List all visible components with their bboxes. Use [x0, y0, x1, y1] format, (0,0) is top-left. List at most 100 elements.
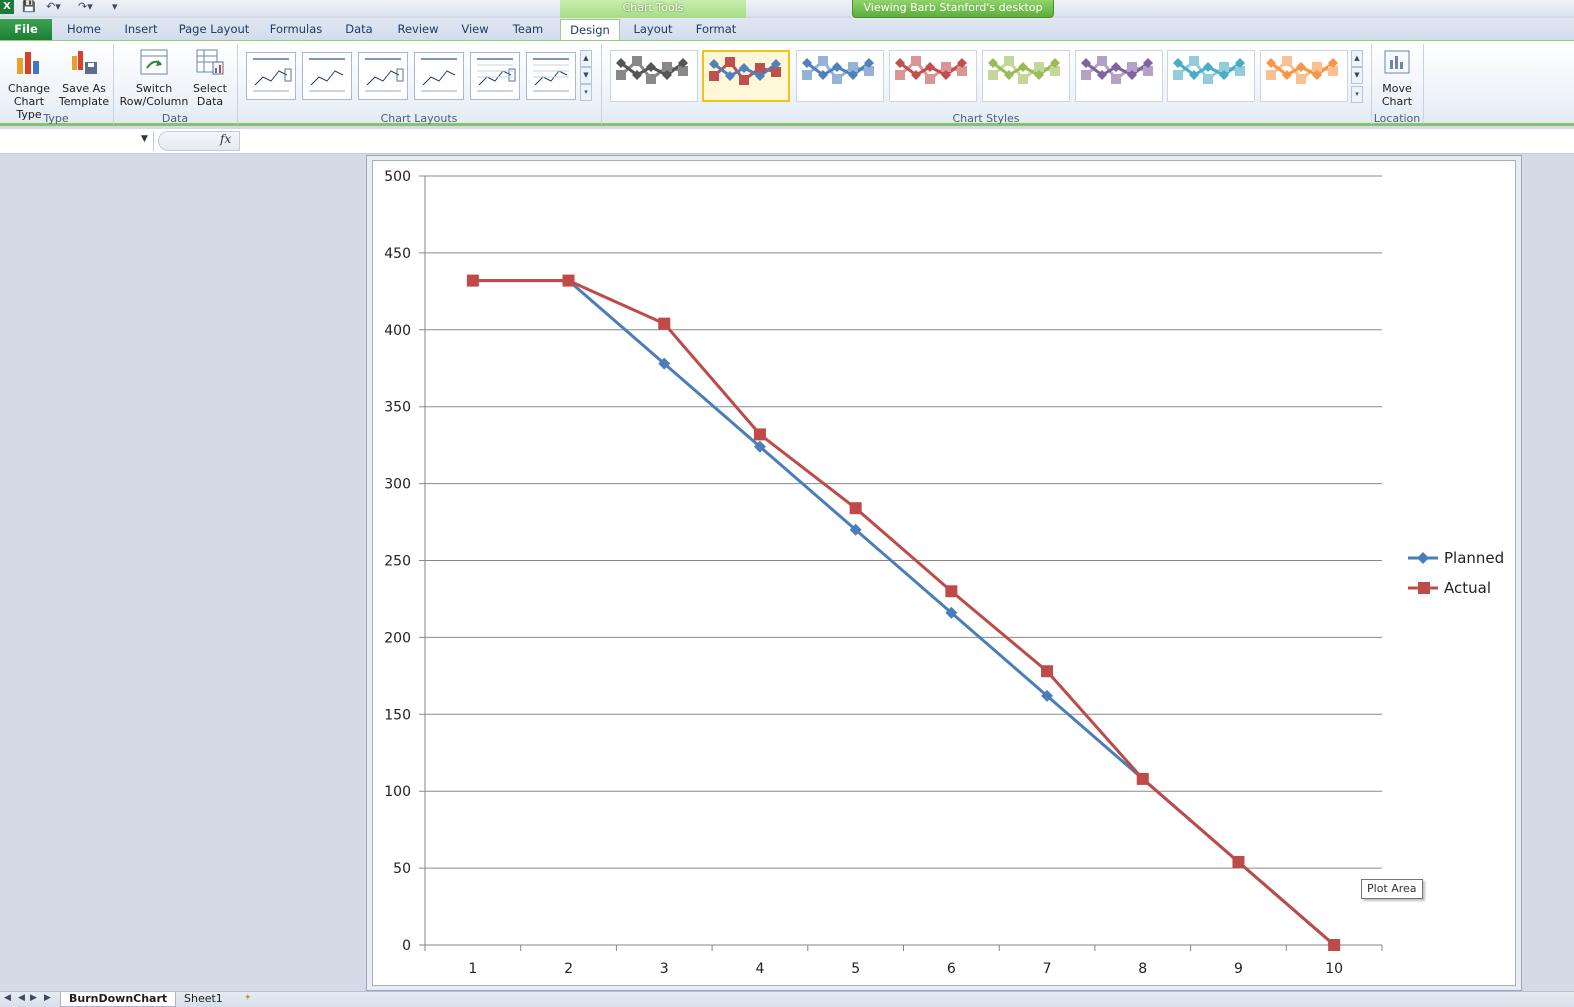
tab-page-layout[interactable]: Page Layout — [176, 19, 252, 40]
screen-share-banner[interactable]: Viewing Barb Stanford's desktop — [852, 0, 1054, 18]
styles-scroll-down-button[interactable]: ▼ — [1351, 67, 1363, 84]
switch-row-column-button[interactable]: Switch Row/Column — [118, 44, 190, 110]
legend-label-actual: Actual — [1444, 579, 1491, 597]
data-point-actual — [658, 317, 671, 330]
styles-more-button[interactable]: ▾ — [1351, 86, 1363, 103]
y-tick-label: 400 — [384, 323, 411, 339]
layout-preview-icon — [365, 58, 404, 92]
tab-insert[interactable]: Insert — [116, 19, 166, 40]
chart-style-4[interactable] — [889, 50, 977, 102]
legend-marker-actual — [1418, 582, 1430, 594]
series-line-planned — [472, 279, 1336, 947]
tab-formulas[interactable]: Formulas — [264, 19, 328, 40]
style-preview-icon — [802, 56, 874, 84]
first-sheet-arrow-icon[interactable]: ◀ — [4, 993, 11, 1003]
series-line-actual — [472, 279, 1336, 947]
move-chart-button[interactable]: Move Chart — [1374, 44, 1420, 110]
series-planned — [466, 274, 1341, 951]
tab-format[interactable]: Format — [688, 19, 744, 40]
y-tick-label: 300 — [384, 477, 411, 493]
name-box-dropdown-icon[interactable]: ▼ — [141, 134, 148, 144]
redo-icon[interactable]: ↷▾ — [78, 0, 93, 14]
data-point-actual — [753, 428, 766, 441]
chart-layout-3[interactable] — [358, 52, 408, 100]
x-tick-label: 9 — [1234, 961, 1243, 977]
location-group-label: Location — [1373, 112, 1421, 125]
select-data-label-1: Select — [193, 82, 227, 95]
last-sheet-arrow-icon[interactable]: ▶ — [44, 993, 51, 1003]
data-point-actual — [945, 585, 958, 598]
chart-tools-contextual-tab: Chart Tools — [560, 0, 746, 18]
y-tick-label: 0 — [402, 938, 411, 954]
styles-scroll-up-button[interactable]: ▲ — [1351, 50, 1363, 67]
series-actual — [466, 274, 1341, 951]
legend-label-planned: Planned — [1444, 549, 1504, 567]
style-preview-icon — [895, 56, 967, 84]
next-sheet-arrow-icon[interactable]: ▶ — [30, 993, 37, 1003]
burndown-line-chart[interactable]: 0 50 100 150 200 250 300 350 400 450 500 1 2 3 4 5 6 7 8 9 1… — [372, 160, 1516, 986]
style-preview-icon — [709, 57, 781, 85]
chart-style-3[interactable] — [796, 50, 884, 102]
sheet-tab-sheet1[interactable]: Sheet1 — [176, 992, 231, 1007]
chart-layout-2[interactable] — [302, 52, 352, 100]
chart-layout-6[interactable] — [526, 52, 576, 100]
sheet-tab-burndownchart[interactable]: BurnDownChart — [60, 992, 177, 1007]
chart-layout-1[interactable] — [246, 52, 296, 100]
x-tick-label: 7 — [1043, 961, 1052, 977]
move-chart-icon — [1384, 50, 1410, 74]
tab-data[interactable]: Data — [338, 19, 380, 40]
customize-qat-icon[interactable]: ▾ — [112, 0, 118, 14]
tab-team[interactable]: Team — [506, 19, 550, 40]
data-point-actual — [1136, 772, 1149, 785]
move-chart-label-2: Chart — [1381, 95, 1413, 108]
layout-preview-icon — [309, 58, 345, 92]
x-tick-label: 6 — [947, 961, 956, 977]
chart-style-8[interactable] — [1260, 50, 1348, 102]
y-tick-label: 150 — [384, 707, 411, 723]
tab-home[interactable]: Home — [60, 19, 108, 40]
tab-design[interactable]: Design — [560, 19, 620, 40]
type-group-label: Type — [43, 112, 69, 125]
save-icon[interactable]: 💾 — [22, 0, 36, 14]
change-chart-type-button[interactable]: Change Chart Type — [2, 44, 56, 121]
y-tick-label: 350 — [384, 400, 411, 416]
data-point-actual — [1328, 939, 1341, 951]
formula-input[interactable] — [242, 131, 1572, 151]
prev-sheet-arrow-icon[interactable]: ◀ — [18, 993, 25, 1003]
layouts-scroll-down-button[interactable]: ▼ — [580, 67, 592, 84]
chart-style-6[interactable] — [1075, 50, 1163, 102]
chart-style-5[interactable] — [982, 50, 1070, 102]
x-tick-label: 5 — [851, 961, 860, 977]
y-tick-label: 450 — [384, 246, 411, 262]
x-tick-label: 10 — [1325, 961, 1343, 977]
style-preview-icon — [988, 56, 1060, 84]
x-tick-label: 1 — [468, 961, 477, 977]
chart-layout-5[interactable] — [470, 52, 520, 100]
move-chart-label-1: Move — [1382, 82, 1412, 95]
select-data-button[interactable]: Select Data — [190, 44, 230, 110]
layouts-more-button[interactable]: ▾ — [580, 84, 592, 101]
style-preview-icon — [1081, 56, 1153, 84]
data-group-label: Data — [161, 112, 189, 125]
chart-styles-group-label: Chart Styles — [952, 112, 1020, 125]
group-divider — [1423, 44, 1424, 124]
save-as-template-button[interactable]: Save As Template — [58, 44, 110, 110]
data-point-actual — [1041, 665, 1054, 678]
excel-logo-icon[interactable]: X — [0, 0, 14, 14]
name-box[interactable] — [0, 131, 154, 151]
save-as-template-label-1: Save As — [62, 82, 106, 95]
style-preview-icon — [616, 56, 688, 84]
chart-style-2[interactable] — [702, 50, 790, 102]
undo-icon[interactable]: ↶▾ — [46, 0, 61, 14]
chart-layout-4[interactable] — [414, 52, 464, 100]
tab-review[interactable]: Review — [392, 19, 444, 40]
tab-file[interactable]: File — [0, 19, 52, 40]
insert-sheet-icon[interactable]: ✦ — [244, 993, 252, 1003]
tab-layout[interactable]: Layout — [626, 19, 680, 40]
tab-view[interactable]: View — [454, 19, 496, 40]
layouts-scroll-up-button[interactable]: ▲ — [580, 50, 592, 67]
style-preview-icon — [1266, 56, 1338, 84]
insert-function-button[interactable]: fx — [220, 132, 231, 146]
chart-style-1[interactable] — [610, 50, 698, 102]
chart-style-7[interactable] — [1167, 50, 1255, 102]
